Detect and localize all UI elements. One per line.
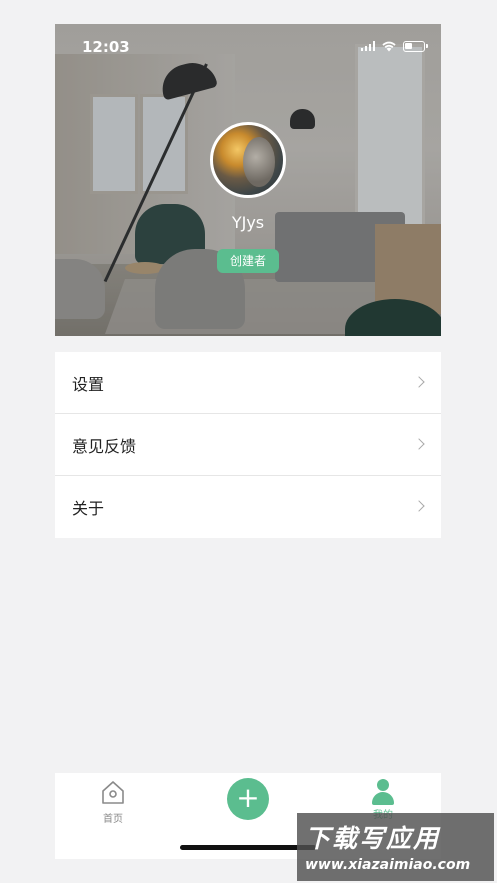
menu-item-label: 意见反馈 <box>72 436 137 456</box>
person-icon <box>370 779 396 805</box>
tab-home[interactable]: 首页 <box>83 779 143 825</box>
chevron-right-icon <box>413 438 425 450</box>
settings-menu: 设置 意见反馈 关于 <box>55 352 441 538</box>
tab-label: 首页 <box>103 814 123 825</box>
battery-icon <box>403 40 428 52</box>
menu-item-feedback[interactable]: 意见反馈 <box>55 414 441 476</box>
add-button[interactable]: + <box>227 778 269 820</box>
chevron-right-icon <box>413 376 425 388</box>
avatar[interactable] <box>210 122 286 198</box>
menu-item-label: 设置 <box>72 374 105 394</box>
home-icon <box>102 781 124 804</box>
chevron-right-icon <box>413 500 425 512</box>
profile-header: 12:03 YJys 创建者 <box>55 24 441 336</box>
watermark: 下载写应用 www.xiazaimiao.com <box>297 813 494 881</box>
signal-icon <box>360 41 375 51</box>
username: YJys <box>231 213 265 232</box>
watermark-title: 下载写应用 <box>305 824 441 853</box>
watermark-url: www.xiazaimiao.com <box>305 857 471 873</box>
status-bar: 12:03 <box>55 24 441 70</box>
status-time: 12:03 <box>82 38 130 56</box>
wifi-icon <box>382 41 396 52</box>
menu-item-label: 关于 <box>72 499 105 518</box>
menu-item-settings[interactable]: 设置 <box>55 352 441 414</box>
home-indicator <box>180 845 316 850</box>
role-badge: 创建者 <box>217 249 279 273</box>
menu-item-about[interactable]: 关于 <box>55 476 441 538</box>
app-screen: 12:03 YJys 创建者 设置 意见反馈 关于 首页 + <box>55 24 441 859</box>
